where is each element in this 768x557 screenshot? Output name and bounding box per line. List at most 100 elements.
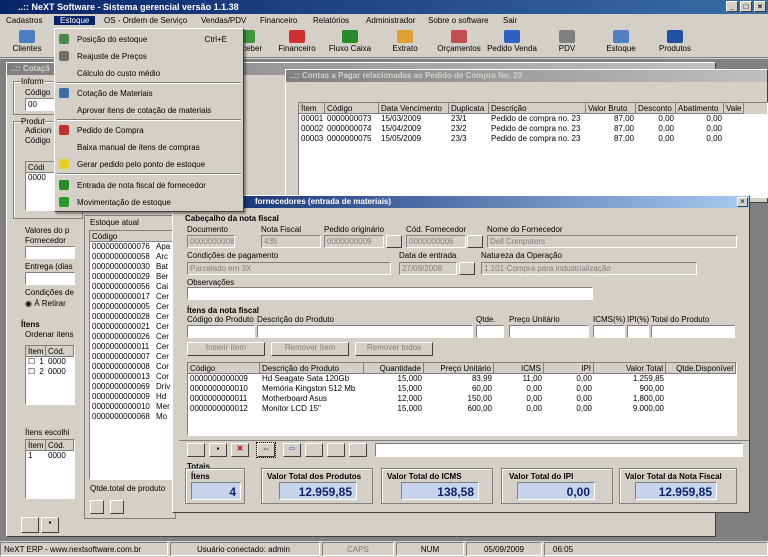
estoque-menu-item[interactable]: Movimentação de estoque <box>55 194 243 211</box>
column-header[interactable]: Código <box>325 103 379 114</box>
table-row[interactable]: 0000000000012 Monitor LCD 15" 15,000 600,00… <box>188 404 736 414</box>
column-header[interactable]: Descrição do Produto <box>260 363 364 374</box>
estoque-menu-item[interactable]: Pedido de Compra <box>55 122 243 139</box>
obs-input[interactable] <box>187 287 593 300</box>
menu-sobre[interactable]: Sobre o software <box>428 16 488 25</box>
table-row[interactable]: 0000000000029 Ber <box>90 272 174 282</box>
cod-prod-input[interactable] <box>187 325 255 338</box>
menu-cadastros[interactable]: Cadastros <box>6 16 42 25</box>
itens-grid[interactable]: Ítem Cód. ☐ 1 0000 ☐ 2 0000 <box>25 345 75 405</box>
dataent-input[interactable]: 27/09/2008 <box>399 262 457 275</box>
condpag-select[interactable]: Parcelado em 3X <box>187 262 391 275</box>
menu-relatorios[interactable]: Relatórios <box>313 16 349 25</box>
nf-save-button[interactable]: ▪ <box>209 443 227 457</box>
nf-doc-button[interactable] <box>327 443 345 457</box>
table-row[interactable]: 0000000000069 Driv <box>90 382 174 392</box>
table-row[interactable]: 0000000000011 Cer <box>90 342 174 352</box>
column-header[interactable]: Qtde.Disponível <box>666 363 736 374</box>
table-row[interactable]: 0000000000009 Hd Seagate Sata 120Gb 15,000… <box>188 374 736 384</box>
nf-back-button[interactable]: ⇦ <box>283 443 301 457</box>
maximize-button[interactable]: □ <box>740 1 752 12</box>
toolbar-orcamentos[interactable]: Orçamentos <box>434 30 484 53</box>
column-header[interactable]: Valor Total <box>594 363 666 374</box>
toolbar-fluxo-caixa[interactable]: Fluxo Caixa <box>325 30 375 53</box>
table-row[interactable]: 0000000000030 Bat <box>90 262 174 272</box>
nf-arrows-button[interactable]: ⇔ <box>256 442 276 458</box>
a-retirar-radio[interactable]: ◉ À Retirar <box>25 299 66 308</box>
table-row[interactable]: 0000000000021 Cer <box>90 322 174 332</box>
column-header[interactable]: Quantidade <box>364 363 424 374</box>
pedido-lookup-button[interactable] <box>386 235 402 248</box>
calendar-icon[interactable] <box>459 262 475 275</box>
qtde-input[interactable] <box>476 325 504 338</box>
column-header[interactable]: Desconto <box>636 103 676 114</box>
estoque-menu-item[interactable]: Gerar pedido pelo ponto de estoque <box>55 156 243 173</box>
column-header[interactable]: ICMS <box>494 363 544 374</box>
remover-button[interactable]: Remover ítem <box>271 342 349 356</box>
estoque-menu-item[interactable]: Reajuste de Preços <box>55 48 243 65</box>
cotacao-save-button[interactable]: ▪ <box>41 517 59 533</box>
menu-estoque[interactable]: Estoque <box>54 16 96 25</box>
menu-administrador[interactable]: Administrador <box>366 16 415 25</box>
table-row[interactable]: 0000000000068 Mo <box>90 412 174 422</box>
column-header[interactable]: Descrição <box>489 103 586 114</box>
fornecedor-lookup-button[interactable] <box>467 235 483 248</box>
contas-grid[interactable]: Ítem Código Data Vencimento Duplicata Descri… <box>298 102 768 198</box>
table-row[interactable]: 0000000000010 Memória Kingston 512 Mb 15,0… <box>188 384 736 394</box>
column-header[interactable]: Data Vencimento <box>379 103 449 114</box>
fornecedor-input[interactable] <box>25 246 75 259</box>
cotacao-new-button[interactable] <box>21 517 39 533</box>
column-header[interactable]: Duplicata <box>449 103 489 114</box>
column-header[interactable]: IPI <box>544 363 594 374</box>
codforn-input[interactable]: 0000000006 <box>406 235 466 248</box>
toolbar-estoque[interactable]: Estoque <box>596 30 646 53</box>
menu-sair[interactable]: Sair <box>503 16 517 25</box>
toolbar-produtos[interactable]: Produtos <box>650 30 700 53</box>
icms-input[interactable] <box>593 325 625 338</box>
column-header[interactable]: Ítem <box>299 103 325 114</box>
nf-items-grid[interactable]: Código Descrição do Produto Quantidade Preç… <box>187 362 737 436</box>
nf-close-button[interactable]: × <box>737 197 748 207</box>
nomeforn-input[interactable]: Dell Computers <box>487 235 737 248</box>
estoque-atual-grid[interactable]: Código 0000000000076 Apa 0000000000058 Arc 0… <box>89 230 175 480</box>
desc-prod-input[interactable] <box>257 325 473 338</box>
table-row[interactable]: 0000000000009 Hd <box>90 392 174 402</box>
menu-financeiro[interactable]: Financeiro <box>260 16 297 25</box>
nota-input[interactable]: 435 <box>261 235 321 248</box>
table-row[interactable]: 0000000000058 Arc <box>90 252 174 262</box>
table-row[interactable]: 0000000000007 Cer <box>90 352 174 362</box>
table-row[interactable]: 0000000000005 Cer <box>90 302 174 312</box>
estoque-menu-item[interactable]: Posição do estoque Ctrl+E <box>55 31 243 48</box>
estoque-menu-item[interactable]: Cotação de Materiais <box>55 85 243 102</box>
menu-os[interactable]: OS - Ordem de Serviço <box>104 16 187 25</box>
preco-input[interactable] <box>509 325 589 338</box>
nf-print-button[interactable] <box>305 443 323 457</box>
column-header[interactable]: Vale <box>724 103 744 114</box>
estoque-menu-item[interactable]: Cálculo do custo médio <box>55 65 243 82</box>
estoque-menu-item[interactable]: Entrada de nota fiscal de fornecedor <box>55 177 243 194</box>
column-header[interactable]: Preço Unitário <box>424 363 494 374</box>
estoque-menu-item[interactable]: Aprovar itens de cotação de materiais <box>55 102 243 119</box>
table-row[interactable]: 0000000000008 Cor <box>90 362 174 372</box>
table-row[interactable]: 0000000000013 Cor <box>90 372 174 382</box>
minimize-button[interactable]: _ <box>726 1 738 12</box>
estoque-menu-item[interactable]: Baixa manual de itens de compras <box>55 139 243 156</box>
toolbar-pdv[interactable]: PDV <box>542 30 592 53</box>
ipi-input[interactable] <box>627 325 649 338</box>
escolhidos-grid[interactable]: Ítem Cód. 1 0000 <box>25 439 75 499</box>
toolbar-financeiro[interactable]: Financeiro <box>272 30 322 53</box>
menu-vendas[interactable]: Vendas/PDV <box>201 16 246 25</box>
toolbar-clientes[interactable]: Clientes <box>2 30 52 53</box>
toolbar-pedido-venda[interactable]: Pedido Venda <box>487 30 537 53</box>
export-icon[interactable] <box>110 500 124 514</box>
table-row[interactable]: 0000000000017 Cer <box>90 292 174 302</box>
nf-export-button[interactable] <box>349 443 367 457</box>
total-prod-input[interactable] <box>651 325 735 338</box>
remover-todos-button[interactable]: Remover todos <box>355 342 433 356</box>
table-row[interactable]: 00001 0000000073 15/03/2009 23/1 Pedido de c… <box>299 114 767 124</box>
table-row[interactable]: 00002 0000000074 15/04/2009 23/2 Pedido de c… <box>299 124 767 134</box>
entrega-input[interactable] <box>25 272 75 285</box>
documento-input[interactable]: 0000000008 <box>187 235 235 248</box>
inserir-button[interactable]: Inserir ítem <box>187 342 265 356</box>
table-row[interactable]: 0000000000076 Apa <box>90 242 174 252</box>
